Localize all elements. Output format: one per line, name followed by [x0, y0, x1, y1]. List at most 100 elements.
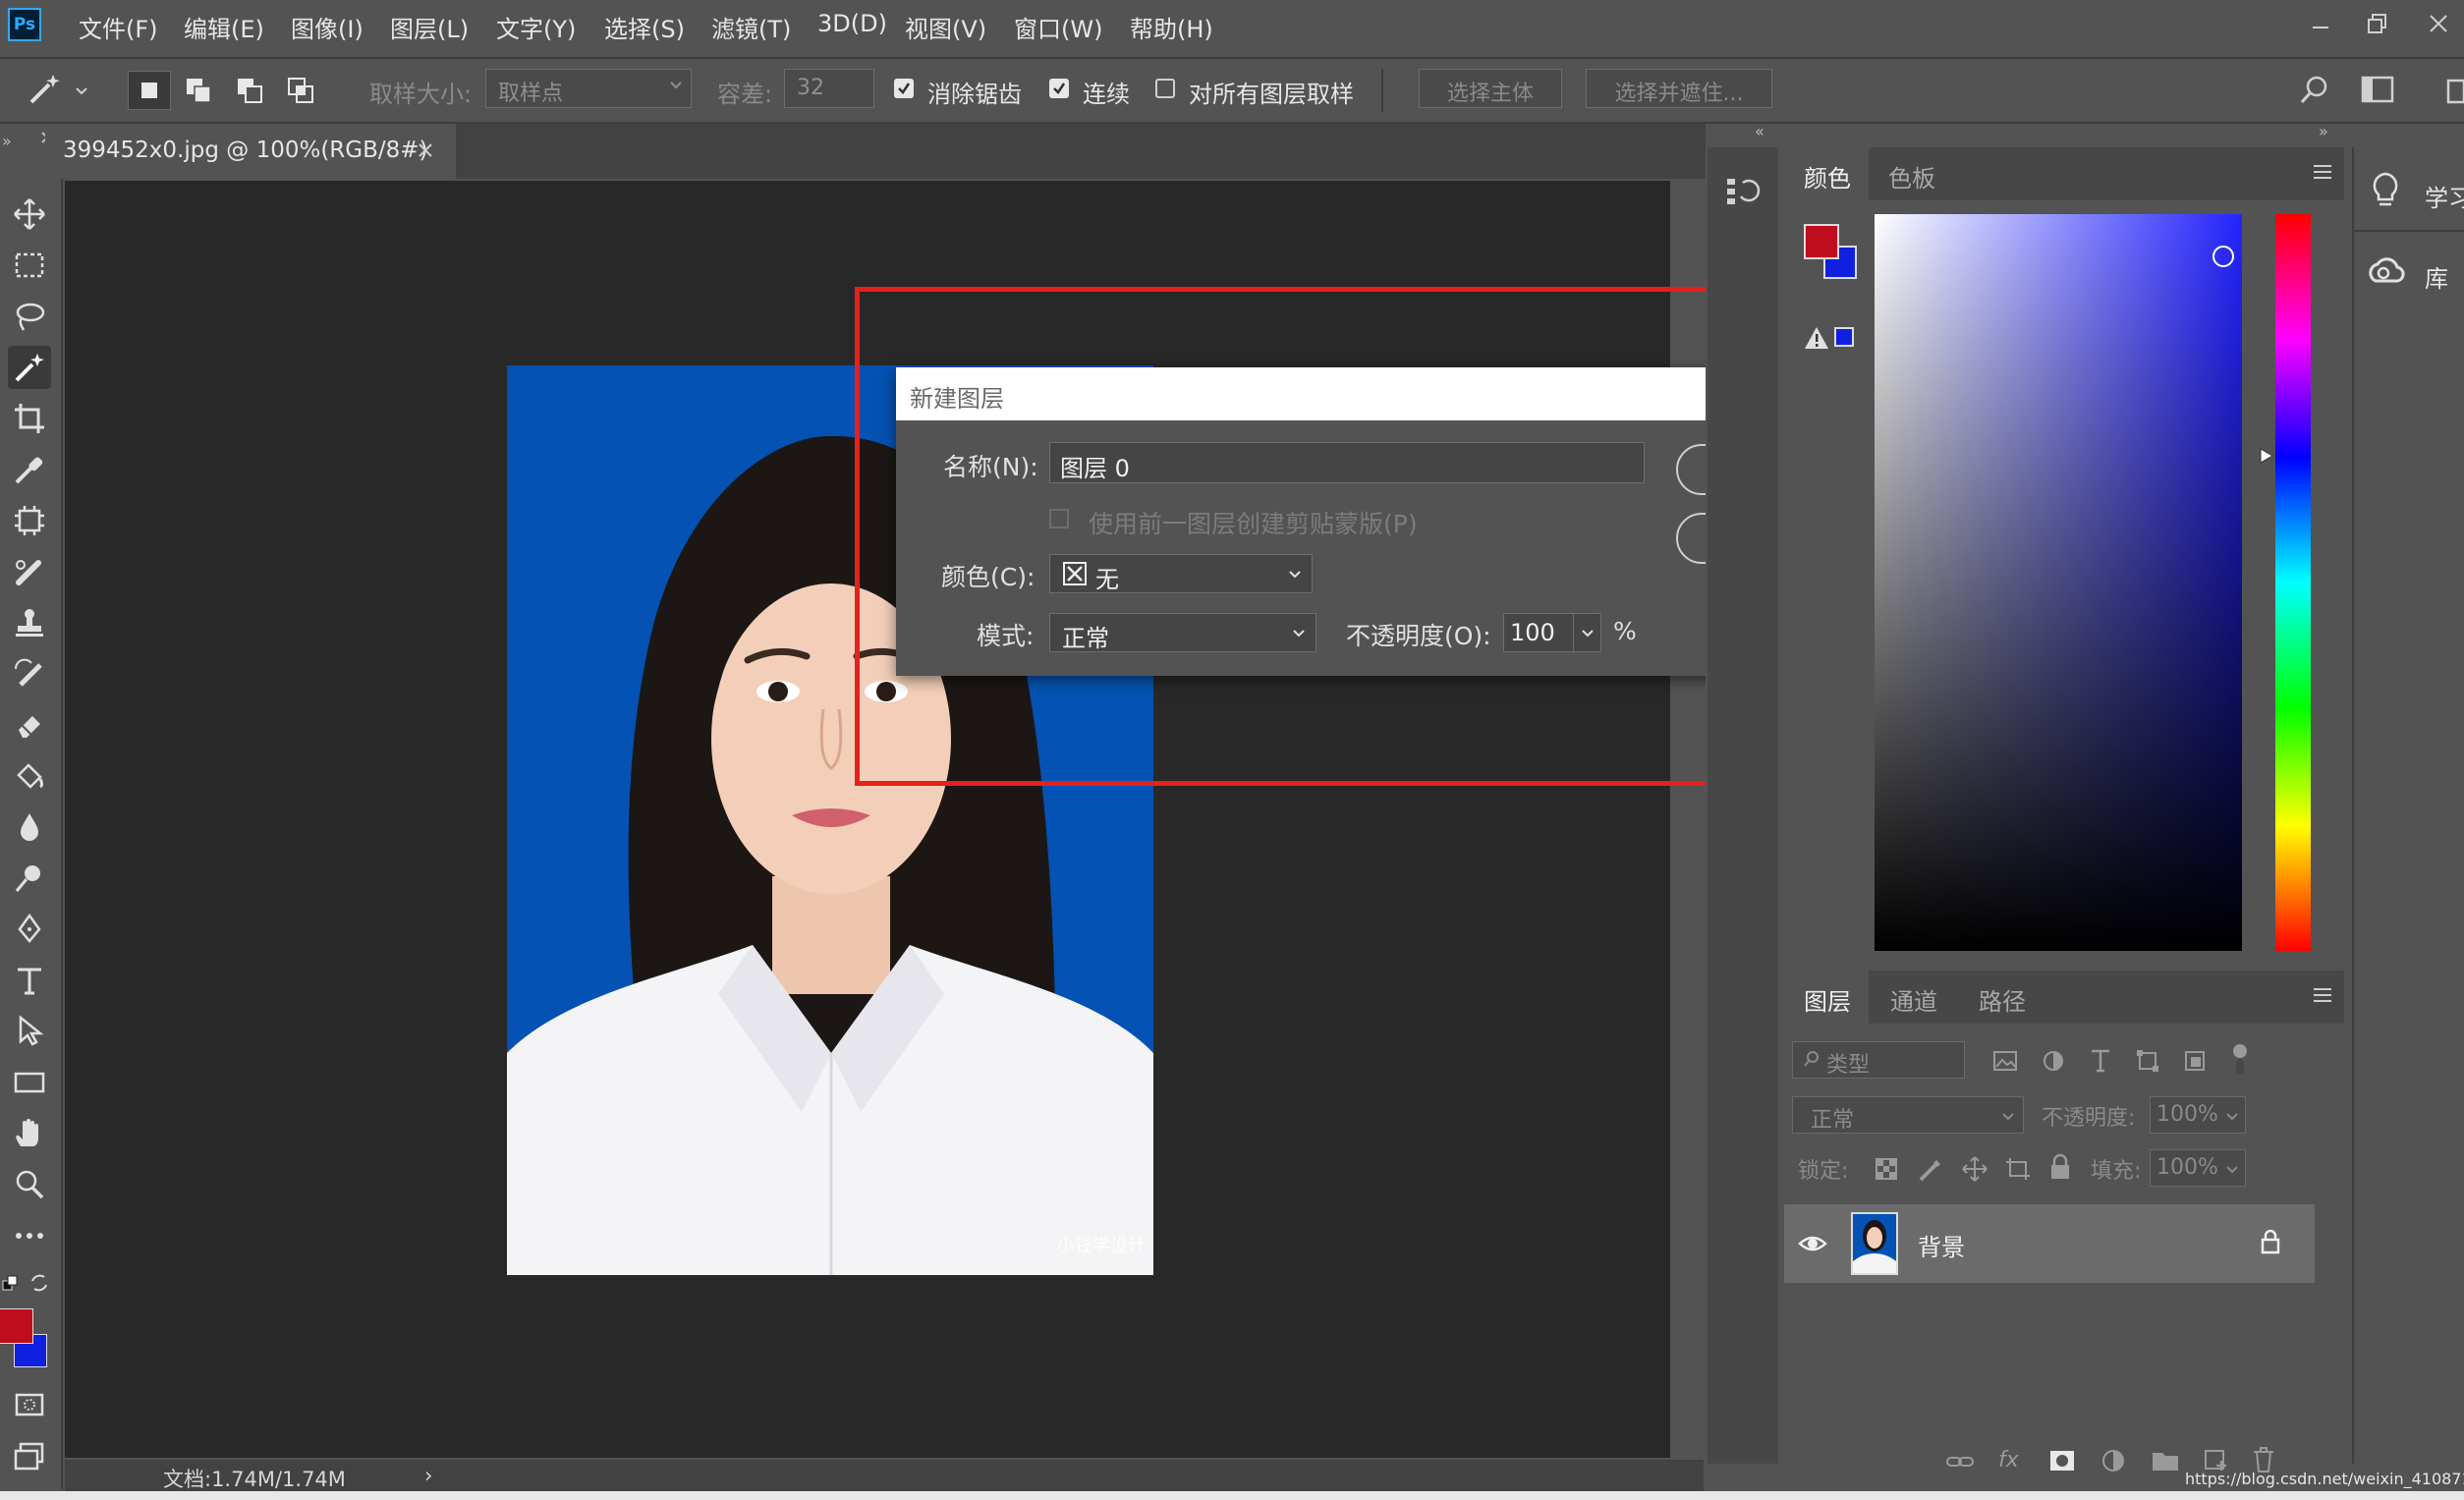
filter-toggle-icon[interactable] — [2232, 1043, 2248, 1077]
color-field[interactable] — [1875, 214, 2242, 951]
sample-all-layers-checkbox[interactable] — [1155, 79, 1175, 98]
foreground-color-swatch[interactable] — [0, 1308, 33, 1344]
frame-tool[interactable] — [8, 499, 51, 542]
select-and-mask-button[interactable]: 选择并遮住... — [1586, 69, 1772, 108]
crop-tool[interactable] — [8, 397, 51, 440]
lock-artboard-icon[interactable] — [2004, 1157, 2032, 1181]
stamp-tool[interactable] — [8, 601, 51, 644]
tab-paths[interactable]: 路径 — [1979, 982, 2026, 1017]
dodge-tool[interactable] — [8, 857, 51, 900]
fx-icon[interactable]: fx — [1998, 1448, 2019, 1472]
collapse-toolbar-icon[interactable]: » — [2, 132, 12, 150]
library-button[interactable] — [2364, 253, 2407, 293]
blur-tool[interactable] — [8, 806, 51, 849]
learn-button[interactable] — [2368, 171, 2403, 210]
sample-size-select[interactable]: 取样点 — [485, 69, 692, 108]
adjustment-layer-icon[interactable] — [2100, 1448, 2126, 1473]
lasso-tool[interactable] — [8, 295, 51, 338]
layer-fill-input[interactable]: 100% — [2150, 1149, 2246, 1187]
status-arrow-icon[interactable]: › — [424, 1464, 432, 1487]
new-selection-button[interactable] — [128, 71, 171, 110]
filter-pixel-icon[interactable] — [1992, 1049, 2018, 1073]
menu-help[interactable]: 帮助(H) — [1130, 10, 1213, 44]
search-button[interactable] — [2299, 73, 2332, 106]
layer-color-select[interactable]: 无 — [1049, 554, 1313, 593]
filter-shape-icon[interactable] — [2136, 1049, 2159, 1073]
layer-filter-select[interactable]: 类型 — [1792, 1041, 1965, 1079]
blend-mode-select[interactable]: 正常 — [1049, 613, 1316, 652]
menu-edit[interactable]: 编辑(E) — [184, 10, 264, 44]
restore-button[interactable] — [2358, 4, 2397, 43]
share-button[interactable] — [2446, 73, 2464, 106]
intersect-selection-button[interactable] — [283, 71, 322, 110]
menu-type[interactable]: 文字(Y) — [496, 10, 576, 44]
menu-3d[interactable]: 3D(D) — [817, 10, 887, 37]
panel-foreground-swatch[interactable] — [1804, 224, 1839, 259]
eyedropper-tool[interactable] — [8, 448, 51, 491]
tolerance-input[interactable]: 32 — [784, 69, 874, 108]
hue-slider[interactable] — [2275, 214, 2311, 951]
gamut-warning-icon[interactable] — [1804, 324, 1855, 352]
menu-select[interactable]: 选择(S) — [604, 10, 685, 44]
close-tab-icon[interactable] — [417, 141, 434, 159]
rectangle-tool[interactable] — [8, 1061, 51, 1104]
magic-wand-tool[interactable] — [8, 346, 51, 389]
layer-row[interactable]: 背景 — [1784, 1204, 2315, 1283]
history-panel-button[interactable] — [1723, 173, 1763, 212]
contiguous-checkbox[interactable] — [1049, 79, 1069, 98]
menu-filter[interactable]: 滤镜(T) — [711, 10, 791, 44]
pen-tool[interactable] — [8, 908, 51, 951]
minimize-button[interactable] — [2301, 4, 2340, 43]
menu-layer[interactable]: 图层(L) — [390, 10, 469, 44]
link-layers-icon[interactable] — [1945, 1452, 1975, 1472]
healing-brush-tool[interactable] — [8, 550, 51, 593]
screen-mode-button[interactable] — [8, 1434, 51, 1477]
opacity-input[interactable]: 100 — [1503, 613, 1601, 652]
filter-smart-object-icon[interactable] — [2183, 1049, 2207, 1073]
color-picker-cursor[interactable] — [2212, 246, 2234, 267]
select-subject-button[interactable]: 选择主体 — [1419, 69, 1562, 108]
paint-bucket-tool[interactable] — [8, 754, 51, 798]
path-selection-tool[interactable] — [8, 1010, 51, 1053]
layer-blend-mode-select[interactable]: 正常 — [1792, 1096, 2024, 1134]
lock-position-icon[interactable] — [1961, 1155, 1988, 1183]
tool-preset-picker[interactable] — [26, 71, 88, 110]
add-selection-button[interactable] — [181, 71, 220, 110]
add-mask-icon[interactable] — [2049, 1450, 2075, 1472]
zoom-tool[interactable] — [8, 1163, 51, 1206]
hand-tool[interactable] — [8, 1112, 51, 1155]
tab-channels[interactable]: 通道 — [1890, 982, 1937, 1017]
layer-name-input[interactable]: 图层 0 — [1049, 442, 1645, 483]
lock-transparent-icon[interactable] — [1875, 1157, 1898, 1181]
anti-alias-checkbox[interactable] — [894, 79, 914, 98]
swap-colors-icon[interactable] — [29, 1273, 49, 1293]
new-group-icon[interactable] — [2152, 1450, 2179, 1472]
layer-opacity-input[interactable]: 100% — [2150, 1096, 2246, 1134]
default-colors-icon[interactable] — [2, 1275, 20, 1293]
menu-file[interactable]: 文件(F) — [79, 10, 158, 44]
collapse-panels-icon[interactable]: « — [1755, 122, 1764, 140]
tab-layers[interactable]: 图层 — [1784, 971, 1869, 1024]
type-tool[interactable] — [8, 959, 51, 1002]
clipping-mask-checkbox[interactable] — [1049, 509, 1069, 528]
menu-image[interactable]: 图像(I) — [291, 10, 364, 44]
menu-view[interactable]: 视图(V) — [905, 10, 986, 44]
panel-menu-icon[interactable] — [2313, 986, 2332, 1004]
filter-type-icon[interactable] — [2089, 1047, 2112, 1073]
hue-slider-handle[interactable] — [2260, 448, 2273, 464]
eye-icon[interactable] — [1798, 1232, 1827, 1255]
chevron-down-icon[interactable] — [1581, 626, 1595, 639]
more-tools-button[interactable] — [8, 1214, 51, 1257]
history-brush-tool[interactable] — [8, 652, 51, 695]
panel-menu-icon[interactable] — [2313, 163, 2332, 181]
lock-pixels-icon[interactable] — [1918, 1157, 1943, 1183]
expand-panels-icon[interactable]: » — [2319, 122, 2328, 140]
eraser-tool[interactable] — [8, 703, 51, 747]
quick-mask-button[interactable] — [8, 1383, 51, 1426]
close-window-button[interactable] — [2419, 4, 2458, 43]
workspace-button[interactable] — [2360, 73, 2395, 106]
move-tool[interactable] — [8, 193, 51, 236]
tab-color[interactable]: 颜色 — [1784, 147, 1869, 200]
subtract-selection-button[interactable] — [232, 71, 271, 110]
document-tab[interactable]: 399452x0.jpg @ 100%(RGB/8#) — [45, 124, 456, 179]
